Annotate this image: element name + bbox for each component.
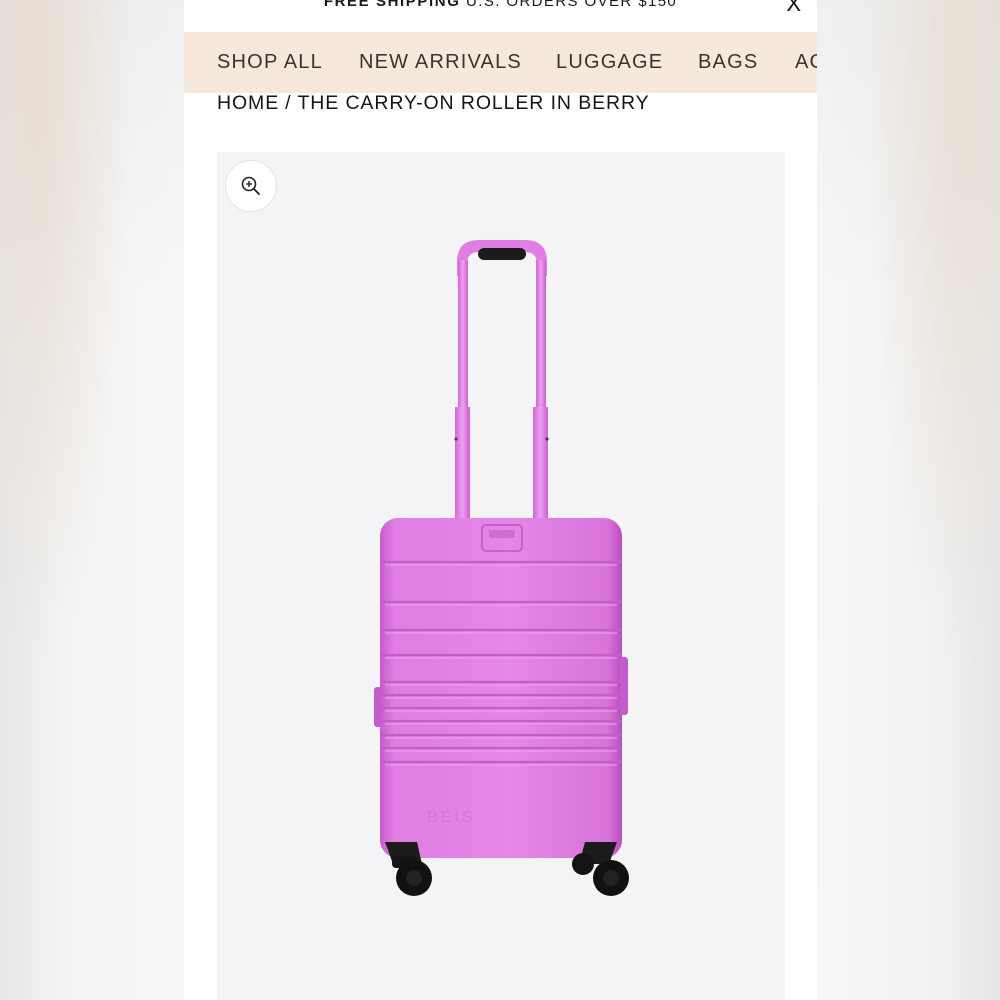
- breadcrumb-current: THE CARRY-ON ROLLER IN BERRY: [297, 92, 650, 114]
- announcement-rest: U.S. ORDERS OVER $150: [466, 0, 678, 10]
- nav-item-bags[interactable]: BAGS: [698, 51, 758, 74]
- announcement-bold: FREE SHIPPING: [323, 0, 461, 10]
- background-blur-left: [0, 0, 184, 1000]
- product-image-container[interactable]: BÉIS: [217, 152, 785, 1000]
- announcement-close-button[interactable]: X: [786, 0, 801, 16]
- nav-item-shop-all[interactable]: SHOP ALL: [217, 51, 323, 74]
- brand-mark: BÉIS: [427, 807, 475, 826]
- mobile-page: FREE SHIPPING U.S. ORDERS OVER $150 X SH…: [184, 0, 817, 1000]
- announcement-text: FREE SHIPPING U.S. ORDERS OVER $150: [184, 0, 817, 10]
- nav-item-accessories[interactable]: AC: [795, 51, 817, 74]
- nav-item-luggage[interactable]: LUGGAGE: [556, 51, 663, 74]
- announcement-bar: FREE SHIPPING U.S. ORDERS OVER $150 X: [184, 0, 817, 32]
- product-image-suitcase: BÉIS: [374, 240, 629, 896]
- breadcrumb: HOME / THE CARRY-ON ROLLER IN BERRY: [217, 92, 650, 115]
- main-nav: SHOP ALL NEW ARRIVALS LUGGAGE BAGS AC: [184, 32, 817, 93]
- background-blur-right: [817, 0, 1000, 1000]
- breadcrumb-home-link[interactable]: HOME: [217, 92, 279, 114]
- breadcrumb-separator: /: [285, 92, 292, 114]
- nav-item-new-arrivals[interactable]: NEW ARRIVALS: [359, 51, 522, 74]
